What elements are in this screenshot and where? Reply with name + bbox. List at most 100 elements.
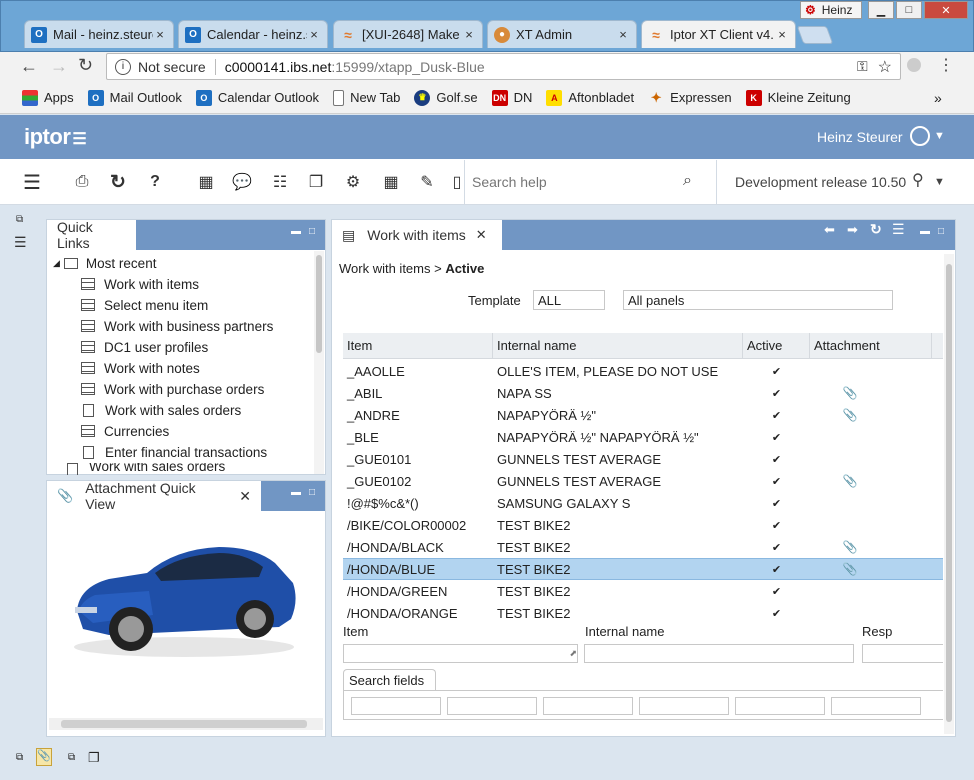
table-row[interactable]: !@#$%c&*() SAMSUNG GALAXY S ✔	[343, 492, 943, 514]
bookmark-kleine-zeitung[interactable]: K Kleine Zeitung	[745, 89, 851, 106]
chevron-down-icon[interactable]: ▼	[934, 130, 945, 142]
list-item[interactable]: Work with business partners	[81, 316, 273, 336]
document-icon[interactable]: ▯	[450, 172, 464, 192]
bookmark-expressen[interactable]: ✦ Expressen	[648, 90, 732, 106]
copy-icon[interactable]: ❐	[306, 172, 326, 192]
template-input[interactable]: ALL	[533, 290, 605, 310]
scrollbar[interactable]	[314, 251, 324, 474]
refresh-icon[interactable]: ↻	[870, 222, 882, 236]
close-icon[interactable]: ×	[307, 27, 321, 42]
search-field-input[interactable]	[543, 697, 633, 715]
chevron-down-icon[interactable]: ▼	[934, 176, 945, 188]
arrow-right-icon[interactable]: ➡	[847, 223, 858, 236]
close-window-button[interactable]: ✕	[924, 1, 968, 19]
search-field-input[interactable]	[831, 697, 921, 715]
edit-icon[interactable]: ✎	[417, 172, 437, 192]
menu-icon[interactable]: ☰	[14, 234, 27, 251]
list-item[interactable]: Work with sales orders	[81, 400, 241, 420]
search-field-input[interactable]	[639, 697, 729, 715]
list-item[interactable]: Enter financial transactions	[81, 442, 267, 462]
paperclip-icon[interactable]: 📎	[36, 748, 52, 766]
table-row[interactable]: _GUE0101 GUNNELS TEST AVERAGE ✔	[343, 448, 943, 470]
table-row[interactable]: /HONDA/GREEN TEST BIKE2 ✔	[343, 580, 943, 602]
print-icon[interactable]: ⎙	[72, 172, 92, 192]
table-row[interactable]: _GUE0102 GUNNELS TEST AVERAGE ✔ 📎	[343, 470, 943, 492]
key-icon[interactable]: ⚿	[857, 58, 868, 75]
attachment-tab[interactable]: 📎 Attachment Quick View ✕	[47, 480, 261, 512]
close-icon[interactable]: ×	[462, 27, 476, 42]
prompt-icon[interactable]: ⬈	[569, 648, 577, 659]
search-field-input[interactable]	[351, 697, 441, 715]
list-item[interactable]: Work with items	[81, 274, 199, 294]
user-name[interactable]: Heinz Steurer	[817, 129, 903, 145]
table-row[interactable]: /HONDA/BLUE TEST BIKE2 ✔ 📎	[343, 558, 943, 580]
copy-icon[interactable]: ❐	[88, 750, 100, 766]
star-icon[interactable]: ☆	[878, 57, 892, 77]
back-icon[interactable]: ←	[20, 56, 38, 77]
browser-tab-mail[interactable]: O Mail - heinz.steure ×	[24, 20, 174, 48]
restore-icon[interactable]: ⧉	[16, 752, 23, 763]
grid-icon[interactable]: ▦	[196, 172, 216, 192]
minimize-icon[interactable]: ▬	[920, 227, 930, 237]
table-row[interactable]: _AAOLLE OLLE'S ITEM, PLEASE DO NOT USE ✔	[343, 360, 943, 382]
list-item[interactable]: Select menu item	[81, 295, 208, 315]
table-row[interactable]: /HONDA/ORANGE TEST BIKE2 ✔	[343, 602, 943, 624]
close-icon[interactable]: ×	[616, 27, 630, 42]
item-filter-input[interactable]: ⬈	[343, 644, 578, 663]
table-row[interactable]: /HONDA/BLACK TEST BIKE2 ✔ 📎	[343, 536, 943, 558]
minimize-window-button[interactable]: ▁	[868, 1, 894, 19]
new-tab-button[interactable]	[796, 26, 834, 44]
reload-icon[interactable]: ↻	[78, 55, 93, 76]
refresh-icon[interactable]: ↻	[108, 172, 128, 193]
minimize-icon[interactable]: ▬	[291, 227, 301, 237]
resp-filter-input[interactable]	[862, 644, 943, 663]
minimize-icon[interactable]: ▬	[291, 488, 301, 498]
internal-name-filter-input[interactable]	[584, 644, 854, 663]
list-item[interactable]: Work with sales orders	[65, 463, 225, 475]
list-item[interactable]: Currencies	[81, 421, 169, 441]
browser-tab-jira[interactable]: ≈ [XUI-2648] Make A ×	[333, 20, 483, 48]
search-icon[interactable]: ⌕	[683, 172, 692, 190]
menu-icon[interactable]: ☰	[892, 222, 905, 236]
bookmark-mail-outlook[interactable]: O Mail Outlook	[87, 89, 182, 106]
maximize-icon[interactable]: □	[938, 227, 948, 237]
avatar[interactable]	[910, 126, 930, 146]
list-item[interactable]: Work with notes	[81, 358, 200, 378]
calculator-icon[interactable]: ▦	[381, 172, 401, 192]
close-icon[interactable]: ✕	[239, 488, 251, 505]
more-bookmarks-button[interactable]: »	[934, 90, 942, 106]
maximize-window-button[interactable]: □	[896, 1, 922, 19]
close-icon[interactable]: ×	[775, 27, 789, 42]
panels-select[interactable]: All panels	[623, 290, 893, 310]
restore-icon[interactable]: ⧉	[16, 214, 23, 225]
bookmark-dn[interactable]: DN DN	[491, 89, 532, 106]
help-icon[interactable]: ?	[145, 172, 165, 192]
search-help-input[interactable]	[472, 170, 672, 194]
chat-icon[interactable]: 💬	[232, 172, 252, 192]
table-row[interactable]: _ANDRE NAPAPYÖRÄ ½" ✔ 📎	[343, 404, 943, 426]
bookmark-calendar-outlook[interactable]: O Calendar Outlook	[195, 89, 319, 106]
table-row[interactable]: _BLE NAPAPYÖRÄ ½" NAPAPYÖRÄ ½" ✔	[343, 426, 943, 448]
list-item[interactable]: DC1 user profiles	[81, 337, 208, 357]
close-icon[interactable]: ✕	[476, 227, 487, 243]
column-header-internal-name[interactable]: Internal name	[493, 332, 743, 359]
close-icon[interactable]: ×	[153, 27, 167, 42]
maximize-icon[interactable]: □	[309, 227, 319, 237]
browser-tab-calendar[interactable]: O Calendar - heinz.s ×	[178, 20, 328, 48]
menu-dots-icon[interactable]: ⋮	[938, 55, 954, 75]
browser-tab-iptor[interactable]: ≈ Iptor XT Client v4. ×	[641, 20, 796, 48]
list-icon[interactable]: ☷	[270, 172, 290, 192]
settings-icon[interactable]: ⚙	[343, 172, 363, 192]
restore-icon[interactable]: ⧉	[68, 752, 75, 763]
search-field-input[interactable]	[735, 697, 825, 715]
bookmark-apps[interactable]: Apps	[22, 89, 74, 106]
search-field-input[interactable]	[447, 697, 537, 715]
hamburger-icon[interactable]: ☰	[22, 172, 42, 194]
forward-icon[interactable]: →	[50, 56, 68, 77]
scrollbar[interactable]	[944, 254, 954, 734]
table-row[interactable]: /BIKE/COLOR00002 TEST BIKE2 ✔	[343, 514, 943, 536]
search-fields-tab[interactable]: Search fields	[343, 669, 436, 691]
address-bar[interactable]: i Not secure c0000141.ibs.net:15999/xtap…	[106, 53, 901, 80]
location-icon[interactable]: ⚲	[912, 170, 924, 190]
window-user-badge[interactable]: ⚙ Heinz	[800, 1, 862, 19]
